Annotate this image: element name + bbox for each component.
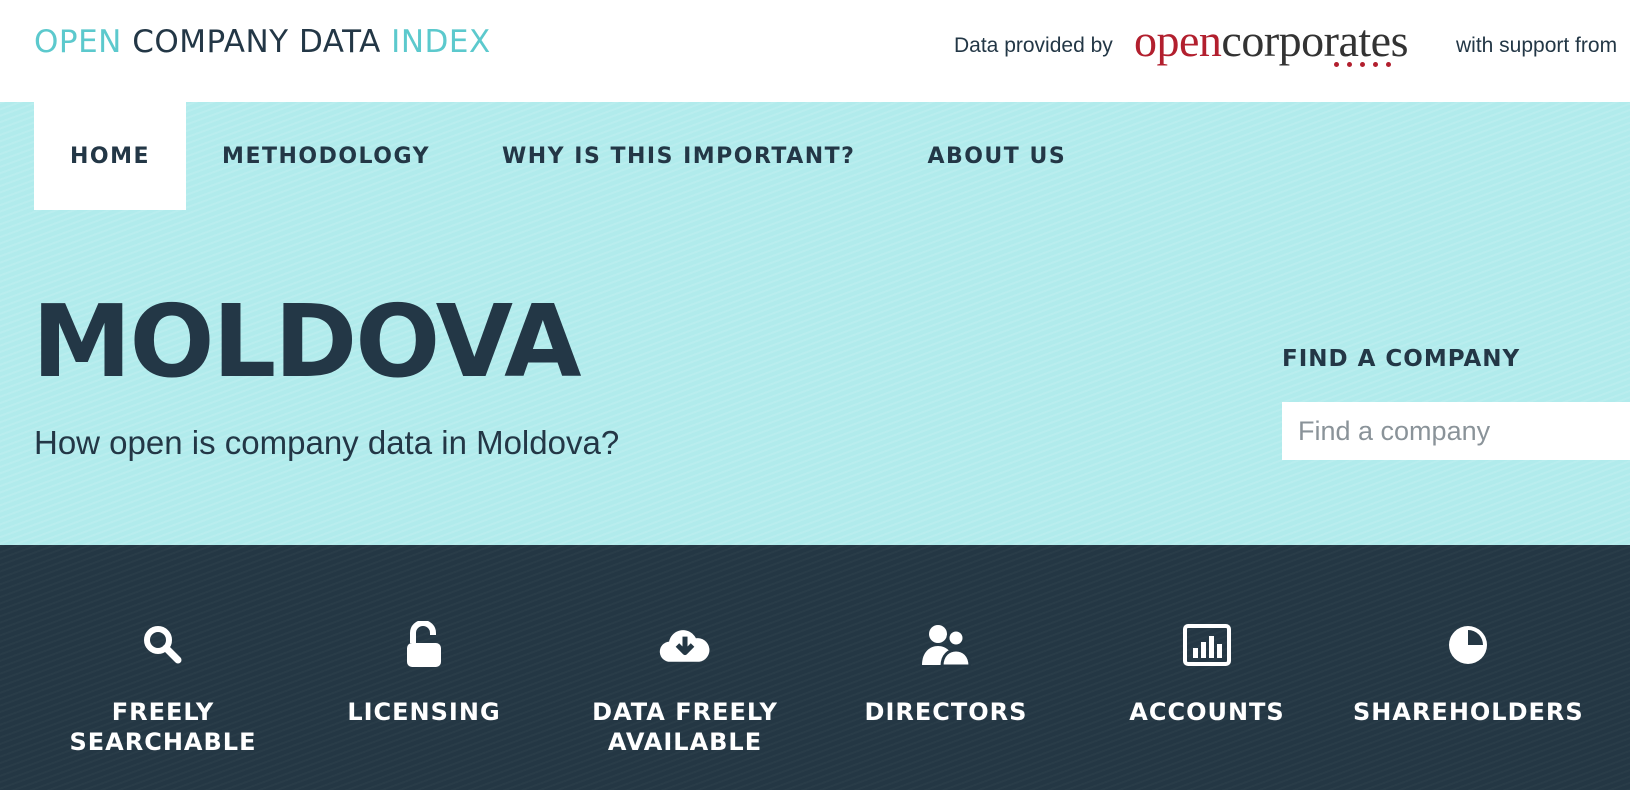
feature-label: DIRECTORS bbox=[831, 697, 1061, 727]
opencorporates-logo-open: open bbox=[1134, 15, 1222, 66]
nav-item-home[interactable]: HOME bbox=[34, 102, 187, 210]
nav-item-why-important[interactable]: WHY IS THIS IMPORTANT? bbox=[466, 102, 891, 210]
feature-freely-searchable[interactable]: FREELY SEARCHABLE bbox=[48, 545, 278, 790]
feature-label-line1: ACCOUNTS bbox=[1129, 698, 1285, 726]
search-icon bbox=[137, 619, 189, 671]
users-icon bbox=[920, 619, 972, 671]
feature-label-line2: SEARCHABLE bbox=[69, 728, 257, 756]
page-subtitle: How open is company data in Moldova? bbox=[34, 424, 620, 461]
page-title: MOLDOVA bbox=[32, 283, 582, 400]
unlock-icon bbox=[398, 619, 450, 671]
find-company-heading: FIND A COMPANY bbox=[1282, 346, 1521, 372]
feature-label-line1: DATA FREELY bbox=[592, 698, 778, 726]
site-header: OPEN COMPANY DATA INDEX Data provided by… bbox=[0, 0, 1630, 102]
nav-item-methodology[interactable]: METHODOLOGY bbox=[186, 102, 466, 210]
support-text: with support from bbox=[1456, 34, 1618, 57]
data-provided-by-text: Data provided by bbox=[954, 34, 1113, 57]
main-nav: HOME METHODOLOGY WHY IS THIS IMPORTANT? … bbox=[34, 102, 1102, 210]
feature-label: ACCOUNTS bbox=[1092, 697, 1322, 727]
feature-label-line2: AVAILABLE bbox=[607, 728, 763, 756]
feature-licensing[interactable]: LICENSING bbox=[309, 545, 539, 790]
nav-item-about-us[interactable]: ABOUT US bbox=[891, 102, 1102, 210]
feature-directors[interactable]: DIRECTORS bbox=[831, 545, 1061, 790]
feature-label-line1: FREELY bbox=[111, 698, 215, 726]
find-company-input[interactable] bbox=[1282, 402, 1630, 460]
feature-label: DATA FREELY AVAILABLE bbox=[570, 697, 800, 757]
feature-shareholders[interactable]: SHAREHOLDERS bbox=[1353, 545, 1583, 790]
logo-word-open: OPEN bbox=[34, 24, 122, 60]
features-band: FREELY SEARCHABLE LICENSING DATA FREELY … bbox=[0, 545, 1630, 790]
logo-word-company: COMPANY bbox=[132, 24, 289, 60]
feature-label: SHAREHOLDERS bbox=[1353, 697, 1583, 727]
site-logo[interactable]: OPEN COMPANY DATA INDEX bbox=[34, 24, 491, 60]
feature-label-line1: SHAREHOLDERS bbox=[1353, 698, 1584, 726]
feature-label: FREELY SEARCHABLE bbox=[48, 697, 278, 757]
cloud-download-icon bbox=[659, 619, 711, 671]
bar-chart-icon bbox=[1181, 619, 1233, 671]
opencorporates-dots bbox=[1334, 62, 1391, 67]
opencorporates-logo[interactable]: opencorporates bbox=[1134, 14, 1408, 67]
logo-word-index: INDEX bbox=[391, 24, 491, 60]
feature-label-line1: DIRECTORS bbox=[864, 698, 1028, 726]
opencorporates-logo-corporates: corporates bbox=[1221, 15, 1408, 66]
feature-accounts[interactable]: ACCOUNTS bbox=[1092, 545, 1322, 790]
hero-section: HOME METHODOLOGY WHY IS THIS IMPORTANT? … bbox=[0, 102, 1630, 545]
logo-word-data: DATA bbox=[298, 24, 381, 60]
feature-label: LICENSING bbox=[309, 697, 539, 727]
pie-chart-icon bbox=[1442, 619, 1494, 671]
feature-data-freely-available[interactable]: DATA FREELY AVAILABLE bbox=[570, 545, 800, 790]
feature-label-line1: LICENSING bbox=[347, 698, 501, 726]
